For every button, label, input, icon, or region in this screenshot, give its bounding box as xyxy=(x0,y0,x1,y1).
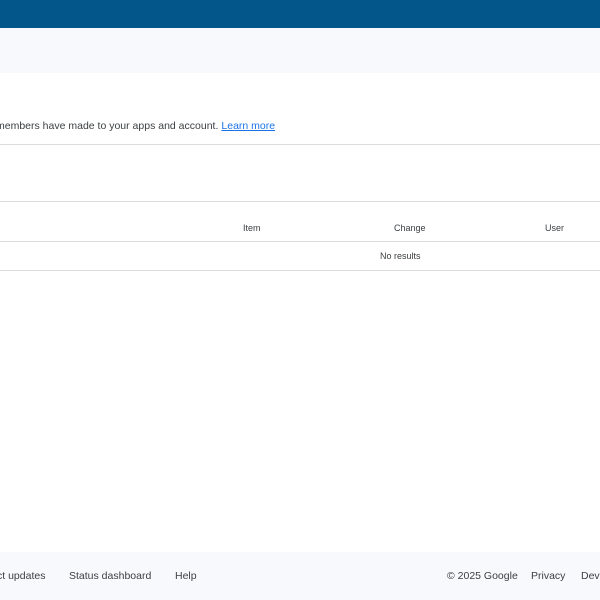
top-app-bar xyxy=(0,0,600,28)
sub-header-bar xyxy=(0,28,600,73)
footer-link-developers[interactable]: Deve xyxy=(581,570,600,582)
table-header-divider xyxy=(0,241,600,242)
learn-more-link[interactable]: Learn more xyxy=(221,120,275,132)
footer-link-privacy[interactable]: Privacy xyxy=(531,570,565,582)
table-top-divider xyxy=(0,201,600,202)
footer-copyright: © 2025 Google xyxy=(447,570,518,582)
page-description-text: members have made to your apps and accou… xyxy=(0,120,219,132)
page-description: members have made to your apps and accou… xyxy=(0,120,275,132)
footer-link-product-updates[interactable]: ct updates xyxy=(0,570,45,582)
description-divider xyxy=(0,144,600,145)
column-header-change[interactable]: Change xyxy=(394,223,426,234)
no-results-text: No results xyxy=(380,251,421,261)
column-header-user[interactable]: User xyxy=(545,223,564,234)
table-bottom-divider xyxy=(0,270,600,271)
footer-link-status-dashboard[interactable]: Status dashboard xyxy=(69,570,151,582)
footer-link-help[interactable]: Help xyxy=(175,570,197,582)
column-header-item[interactable]: Item xyxy=(243,223,261,234)
